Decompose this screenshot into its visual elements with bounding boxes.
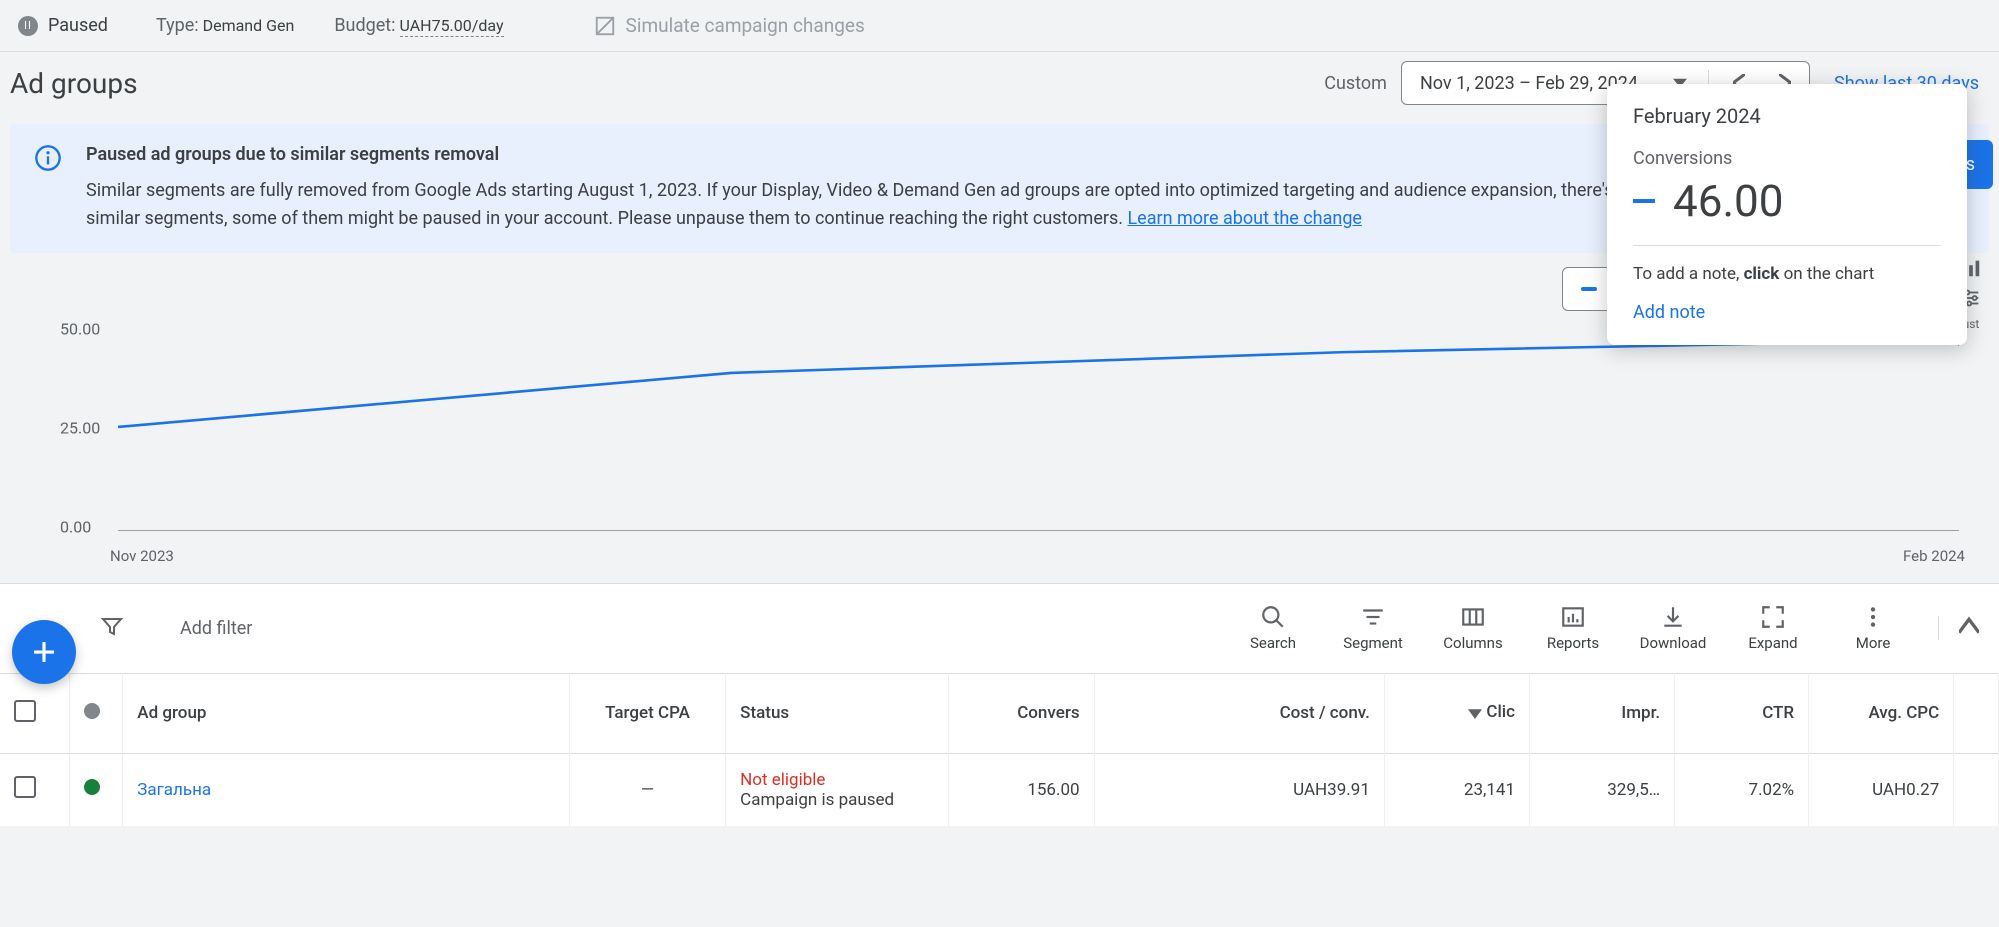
tooltip-hint: To add a note, click on the chart (1633, 264, 1941, 284)
learn-more-link[interactable]: Learn more about the change (1127, 208, 1362, 229)
expand-icon (1760, 604, 1786, 630)
enabled-dot-icon (84, 779, 100, 795)
avg-cpc-cell: UAH0.27 (1809, 753, 1954, 826)
divider (1633, 245, 1941, 246)
campaign-budget[interactable]: Budget: UAH75.00/day (334, 15, 503, 36)
status-flag: Not eligible (740, 770, 934, 790)
status-detail: Campaign is paused (740, 790, 934, 810)
ctr-header[interactable]: CTR (1675, 673, 1809, 753)
x-axis-labels: Nov 2023 Feb 2024 (0, 541, 1999, 565)
y-tick-label: 50.00 (60, 320, 100, 339)
status-cell: Not eligible Campaign is paused (726, 753, 949, 826)
cost-conv-cell: UAH39.91 (1094, 753, 1384, 826)
clicks-header[interactable]: Clic (1384, 673, 1529, 753)
search-icon (1260, 604, 1286, 630)
more-icon (1860, 604, 1886, 630)
reports-icon (1560, 604, 1586, 630)
table-toolbar: Add filter Search Segment Columns Report… (0, 583, 1999, 673)
blue-swatch-icon (1581, 287, 1597, 291)
segment-button[interactable]: Segment (1338, 604, 1408, 652)
tooltip-month: February 2024 (1633, 104, 1941, 128)
y-tick-label: 25.00 (60, 419, 100, 438)
campaign-info-bar: II Paused Type: Demand Gen Budget: UAH75… (0, 0, 1999, 52)
download-icon (1660, 604, 1686, 630)
impressions-header[interactable]: Impr. (1530, 673, 1675, 753)
status-text: Paused (48, 15, 108, 36)
expand-button[interactable]: Expand (1738, 604, 1808, 652)
select-all-header[interactable] (0, 673, 69, 753)
ad-groups-table: Ad group Target CPA Status Convers Cost … (0, 673, 1999, 826)
overflow-cell (1954, 753, 1999, 826)
series-color-icon (1633, 199, 1655, 203)
impressions-cell: 329,5… (1530, 753, 1675, 826)
page-title: Ad groups (10, 67, 1324, 100)
checkbox-icon[interactable] (14, 776, 36, 798)
y-tick-label: 0.00 (60, 517, 91, 536)
pause-icon: II (18, 16, 38, 36)
date-mode-label: Custom (1324, 73, 1387, 94)
target-cpa-cell: — (569, 753, 725, 826)
conversions-header[interactable]: Convers (949, 673, 1094, 753)
row-status-dot (69, 753, 123, 826)
row-checkbox[interactable] (0, 753, 69, 826)
checkbox-icon[interactable] (14, 700, 36, 722)
target-cpa-header[interactable]: Target CPA (569, 673, 725, 753)
chart-tooltip: February 2024 Conversions 46.00 To add a… (1607, 84, 1967, 345)
download-button[interactable]: Download (1638, 604, 1708, 652)
info-icon (34, 144, 62, 233)
reports-button[interactable]: Reports (1538, 604, 1608, 652)
segment-icon (1360, 604, 1386, 630)
simulate-changes-button: Simulate campaign changes (594, 14, 865, 37)
overflow-header (1954, 673, 1999, 753)
collapse-table-button[interactable] (1938, 616, 1979, 640)
sort-desc-icon (1468, 705, 1482, 719)
add-fab-button[interactable] (12, 620, 76, 684)
adgroup-header[interactable]: Ad group (123, 673, 570, 753)
tooltip-metric-name: Conversions (1633, 148, 1941, 169)
status-dot-icon (84, 703, 100, 719)
status-header[interactable]: Status (726, 673, 949, 753)
x-end-label: Feb 2024 (1903, 547, 1965, 565)
adgroup-name-link[interactable]: Загальна (123, 753, 570, 826)
columns-button[interactable]: Columns (1438, 604, 1508, 652)
plus-icon (29, 637, 59, 667)
tooltip-value: 46.00 (1673, 175, 1784, 227)
status-dot-header (69, 673, 123, 753)
conversions-cell: 156.00 (949, 753, 1094, 826)
add-filter-button[interactable]: Add filter (180, 618, 252, 639)
search-button[interactable]: Search (1238, 604, 1308, 652)
ctr-cell: 7.02% (1675, 753, 1809, 826)
simulate-icon (594, 15, 616, 37)
conversions-chart[interactable]: 50.00 25.00 0.00 (0, 311, 1999, 541)
table-row[interactable]: Загальна — Not eligible Campaign is paus… (0, 753, 1999, 826)
status-badge: II Paused (10, 11, 116, 40)
clicks-cell: 23,141 (1384, 753, 1529, 826)
more-button[interactable]: More (1838, 604, 1908, 652)
x-start-label: Nov 2023 (110, 547, 174, 565)
add-note-link[interactable]: Add note (1633, 302, 1941, 323)
line-series (118, 323, 1959, 531)
filter-icon[interactable] (100, 614, 124, 642)
cost-conv-header[interactable]: Cost / conv. (1094, 673, 1384, 753)
columns-icon (1460, 604, 1486, 630)
table-header-row: Ad group Target CPA Status Convers Cost … (0, 673, 1999, 753)
campaign-type: Type: Demand Gen (156, 15, 294, 36)
avg-cpc-header[interactable]: Avg. CPC (1809, 673, 1954, 753)
